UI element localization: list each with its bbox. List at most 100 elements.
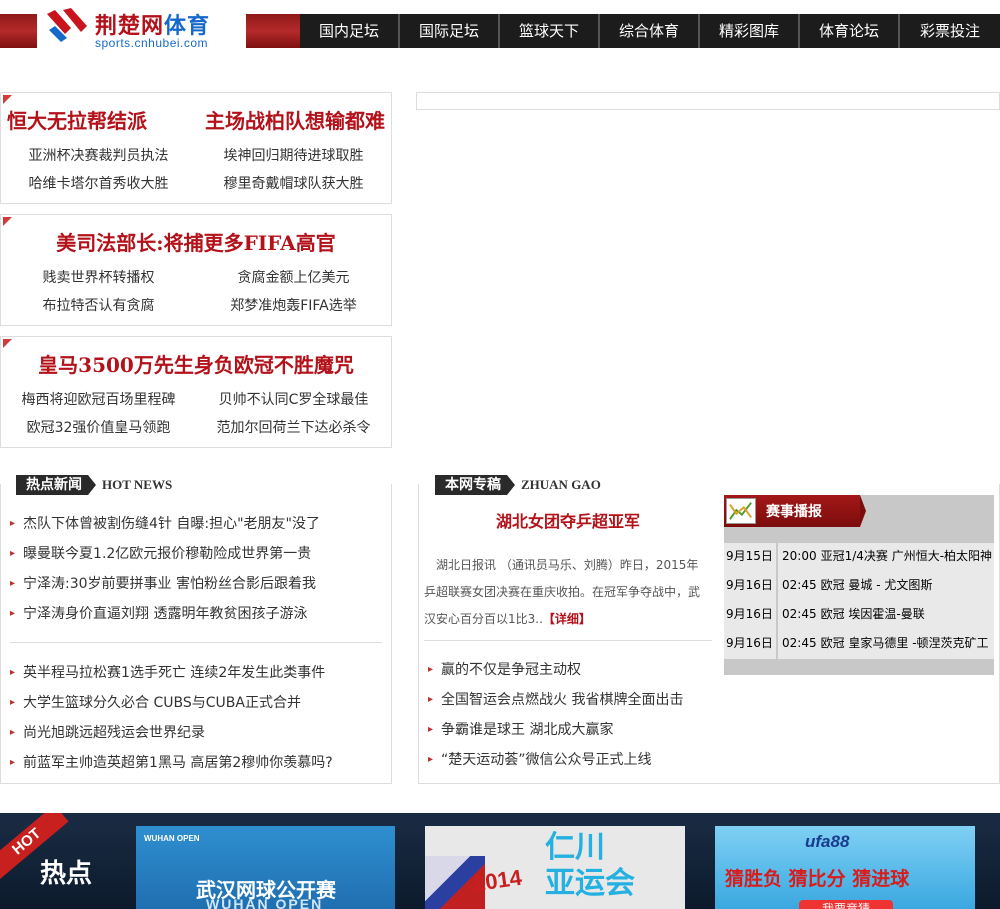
site-header: 荆楚网体育 sports.cnhubei.com 国内足坛 国际足坛 篮球天下 … (0, 8, 1000, 50)
headline-link[interactable]: 范加尔回荷兰下达必杀令 (196, 417, 391, 437)
match-info: 02:45 欧冠 皇家马德里 -顿涅茨克矿工 (778, 630, 994, 659)
ad-incheon-asian-games[interactable]: 2014 仁川 亚运会 (425, 826, 685, 909)
list-item[interactable]: ▸ 尚光旭跳远超残运会世界纪录 (10, 718, 333, 748)
divider (10, 642, 382, 643)
bullet-icon: ▸ (10, 578, 16, 589)
headline-title[interactable]: 皇马3500万先生身负欧冠不胜魔咒 (1, 349, 391, 378)
guess-button[interactable]: 我要竞猜 (799, 900, 893, 909)
bullet-icon: ▸ (10, 518, 16, 529)
ad-subtitle: WUHAN OPEN (206, 896, 324, 909)
hot-news-list-1: ▸ 杰队下体曾被割伤缝4针 自曝:担心"老朋友"没了 ▸ 曝曼联今夏1.2亿欧元报价… (10, 509, 320, 629)
hot-news-list-2: ▸ 英半程马拉松赛1选手死亡 连续2年发生此类事件 ▸ 大学生篮球分久必合 CUBS… (10, 658, 333, 778)
match-info: 02:45 欧冠 埃因霍温-曼联 (778, 601, 994, 630)
ad-year: 2014 (471, 864, 524, 897)
match-info: 20:00 亚冠1/4决赛 广州恒大-柏太阳神 (778, 543, 994, 572)
hot-text: 热点 (40, 859, 93, 889)
table-row[interactable]: 9月15日 20:00 亚冠1/4决赛 广州恒大-柏太阳神 (724, 543, 994, 572)
headline-title-left[interactable]: 恒大无拉帮结派 (7, 105, 147, 134)
ad-brand: ufa88 (805, 832, 850, 851)
header-red-bar-left (0, 14, 37, 48)
bullet-icon: ▸ (10, 667, 16, 678)
nav-item-gallery[interactable]: 精彩图库 (700, 14, 800, 48)
headline-link[interactable]: 贝帅不认同C罗全球最佳 (196, 389, 391, 409)
headline-link[interactable]: 亚洲杯决赛裁判员执法 (1, 145, 196, 165)
nav-item-international-football[interactable]: 国际足坛 (400, 14, 500, 48)
nav-item-general-sports[interactable]: 综合体育 (600, 14, 700, 48)
list-item[interactable]: ▸ 赢的不仅是争冠主动权 (428, 655, 683, 685)
zhuan-gao-body: 湖北日报讯 （通讯员马乐、刘腾）昨日，2015年乒超联赛女团决赛在重庆收拍。在冠… (424, 558, 701, 626)
list-item[interactable]: ▸ 宁泽涛:30岁前要拼事业 害怕粉丝合影后跟着我 (10, 569, 320, 599)
corner-marker-icon (3, 339, 12, 348)
headline-link[interactable]: 郑梦准炮轰FIFA选举 (196, 295, 391, 315)
table-row[interactable]: 9月16日 02:45 欧冠 皇家马德里 -顿涅茨克矿工 (724, 630, 994, 659)
headline-links: 梅西将迎欧冠百场里程碑 贝帅不认同C罗全球最佳 欧冠32强价值皇马领跑 范加尔回… (1, 389, 391, 437)
match-rows: 9月15日 20:00 亚冠1/4决赛 广州恒大-柏太阳神 9月16日 02:45… (724, 543, 994, 659)
list-item[interactable]: ▸ 争霸谁是球王 湖北成大赢家 (428, 715, 683, 745)
list-item[interactable]: ▸ “楚天运动荟”微信公众号正式上线 (428, 745, 683, 775)
match-date: 9月16日 (724, 572, 776, 601)
list-item[interactable]: ▸ 大学生篮球分久必合 CUBS与CUBA正式合并 (10, 688, 333, 718)
zhuan-gao-title[interactable]: 湖北女团夺乒超亚军 (420, 508, 716, 532)
bullet-icon: ▸ (428, 754, 434, 765)
headline-links: 贱卖世界杯转播权 贪腐金额上亿美元 布拉特否认有贪腐 郑梦准炮轰FIFA选举 (1, 267, 391, 315)
headline-box: 恒大无拉帮结派 主场战柏队想输都难 亚洲杯决赛裁判员执法 埃神回归期待进球取胜 … (0, 92, 392, 204)
table-row[interactable]: 9月16日 02:45 欧冠 埃因霍温-曼联 (724, 601, 994, 630)
headline-box: 美司法部长:将捕更多FIFA高官 贱卖世界杯转播权 贪腐金额上亿美元 布拉特否认… (0, 214, 392, 326)
headline-title-right[interactable]: 主场战柏队想输都难 (205, 105, 385, 134)
nav-item-forum[interactable]: 体育论坛 (800, 14, 900, 48)
match-date: 9月16日 (724, 601, 776, 630)
bullet-icon: ▸ (428, 694, 434, 705)
hot-news-label: 热点新闻 (16, 475, 96, 495)
main-nav: 国内足坛 国际足坛 篮球天下 综合体育 精彩图库 体育论坛 彩票投注 (300, 14, 1000, 48)
nav-item-domestic-football[interactable]: 国内足坛 (300, 14, 400, 48)
headline-link[interactable]: 贱卖世界杯转播权 (1, 267, 196, 287)
zhuan-gao-list: ▸ 赢的不仅是争冠主动权 ▸ 全国智运会点燃战火 我省棋牌全面出击 ▸ 争霸谁是球王 … (428, 655, 683, 775)
hot-news-header: 热点新闻 HOT NEWS (16, 475, 172, 495)
headline-link[interactable]: 欧冠32强价值皇马领跑 (1, 417, 196, 437)
zhuan-gao-label: 本网专稿 (435, 475, 515, 495)
match-date: 9月16日 (724, 630, 776, 659)
table-row[interactable]: 9月16日 02:45 欧冠 曼城 - 尤文图斯 (724, 572, 994, 601)
match-schedule-header: 赛事播报 (724, 495, 866, 527)
headline-title: 恒大无拉帮结派 主场战柏队想输都难 (1, 105, 391, 134)
headline-title[interactable]: 美司法部长:将捕更多FIFA高官 (1, 227, 391, 256)
ad-title-line2: 亚运会 (545, 866, 635, 901)
ad-brand: WUHAN OPEN (144, 834, 200, 843)
ad-title: 仁川 (545, 830, 605, 865)
headline-link[interactable]: 埃神回归期待进球取胜 (196, 145, 391, 165)
more-link[interactable]: 【详细】 (543, 612, 591, 626)
headline-link[interactable]: 哈维卡塔尔首秀收大胜 (1, 173, 196, 193)
match-schedule: 赛事播报 9月15日 20:00 亚冠1/4决赛 广州恒大-柏太阳神 9月16日 … (724, 495, 994, 675)
match-schedule-label: 赛事播报 (766, 504, 822, 520)
corner-marker-icon (3, 217, 12, 226)
list-item[interactable]: ▸ 前蓝军主帅造英超第1黑马 高居第2穆帅你羡慕吗? (10, 748, 333, 778)
headline-link[interactable]: 梅西将迎欧冠百场里程碑 (1, 389, 196, 409)
list-item[interactable]: ▸ 英半程马拉松赛1选手死亡 连续2年发生此类事件 (10, 658, 333, 688)
zhuan-gao-header: 本网专稿 ZHUAN GAO (435, 475, 601, 495)
headline-links: 亚洲杯决赛裁判员执法 埃神回归期待进球取胜 哈维卡塔尔首秀收大胜 穆里奇戴帽球队… (1, 145, 391, 193)
site-logo[interactable]: 荆楚网体育 sports.cnhubei.com (45, 8, 245, 52)
bullet-icon: ▸ (428, 724, 434, 735)
ad-wuhan-open[interactable]: WUHAN OPEN 武汉网球公开赛 WUHAN OPEN (136, 826, 395, 909)
header-red-bar-mid (246, 14, 300, 48)
ad-slogan: 猜胜负 猜比分 猜进球 (725, 868, 910, 890)
list-item[interactable]: ▸ 杰队下体曾被割伤缝4针 自曝:担心"老朋友"没了 (10, 509, 320, 539)
list-item[interactable]: ▸ 曝曼联今夏1.2亿欧元报价穆勒险成世界第一贵 (10, 539, 320, 569)
zhuan-gao-label-en: ZHUAN GAO (521, 477, 601, 492)
hot-banner: HOT 热点 WUHAN OPEN 武汉网球公开赛 WUHAN OPEN 201… (0, 813, 1000, 909)
list-item[interactable]: ▸ 宁泽涛身价直逼刘翔 透露明年教贫困孩子游泳 (10, 599, 320, 629)
nav-item-lottery[interactable]: 彩票投注 (900, 14, 1000, 48)
headline-link[interactable]: 贪腐金额上亿美元 (196, 267, 391, 287)
divider (424, 640, 712, 641)
match-info: 02:45 欧冠 曼城 - 尤文图斯 (778, 572, 994, 601)
bullet-icon: ▸ (10, 608, 16, 619)
headline-link[interactable]: 穆里奇戴帽球队获大胜 (196, 173, 391, 193)
bullet-icon: ▸ (428, 664, 434, 675)
logo-mark-icon (47, 8, 87, 42)
top-right-slideshow-frame (416, 92, 1000, 110)
nav-item-basketball[interactable]: 篮球天下 (500, 14, 600, 48)
list-item[interactable]: ▸ 全国智运会点燃战火 我省棋牌全面出击 (428, 685, 683, 715)
bullet-icon: ▸ (10, 548, 16, 559)
headline-link[interactable]: 布拉特否认有贪腐 (1, 295, 196, 315)
ad-ufa88[interactable]: ufa88 猜胜负 猜比分 猜进球 我要竞猜 (715, 826, 975, 909)
